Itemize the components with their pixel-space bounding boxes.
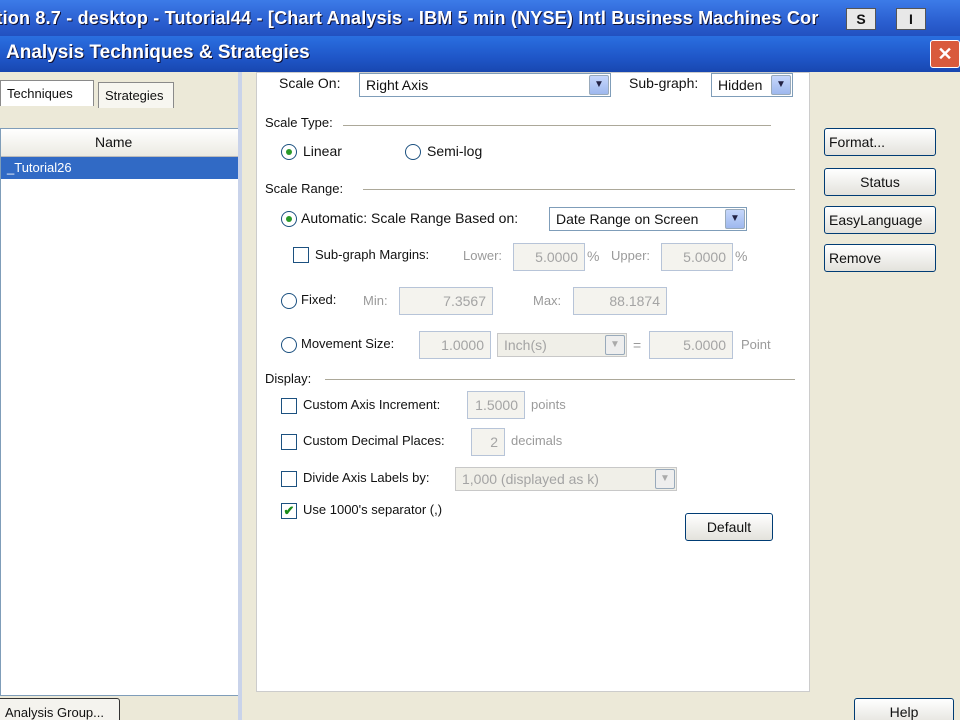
linear-radio[interactable] [281,144,297,160]
divide-axis-checkbox[interactable] [281,471,297,487]
help-button[interactable]: Help [854,698,954,720]
subgraph-label: Sub-graph: [629,75,699,91]
range-basis-value: Date Range on Screen [556,211,699,227]
default-button[interactable]: Default [685,513,773,541]
min-label: Min: [363,293,388,308]
range-basis-select[interactable]: Date Range on Screen ▼ [549,207,747,231]
automatic-label: Automatic: Scale Range Based on: [301,210,519,226]
main-window-title: tation 8.7 - desktop - Tutorial44 - [Cha… [0,8,819,28]
lower-unit: % [587,248,600,264]
scale-on-select[interactable]: Right Axis ▼ [359,73,611,97]
scale-type-group-label: Scale Type: [265,115,333,130]
upper-unit: % [735,248,748,264]
linear-label: Linear [303,143,342,159]
list-item[interactable]: _Tutorial26 [1,157,239,179]
movement-size-radio[interactable] [281,337,297,353]
fixed-radio[interactable] [281,293,297,309]
min-field[interactable]: 7.3567 [399,287,493,315]
chevron-down-icon: ▼ [655,469,675,489]
upper-label: Upper: [611,248,651,263]
divide-axis-value: 1,000 (displayed as k) [462,471,599,487]
points-label: Point [741,337,771,352]
close-button[interactable]: ✕ [930,40,960,68]
custom-axis-unit: points [531,397,566,412]
name-column-header[interactable]: Name [1,129,239,157]
movement-size-field[interactable]: 1.0000 [419,331,491,359]
custom-axis-label: Custom Axis Increment: [303,397,441,412]
scale-range-group-label: Scale Range: [265,181,344,196]
chevron-down-icon: ▼ [605,335,625,355]
semilog-label: Semi-log [427,143,483,159]
separator-label: Use 1000's separator (,) [303,502,443,517]
custom-decimal-field[interactable]: 2 [471,428,505,456]
max-field[interactable]: 88.1874 [573,287,667,315]
chevron-down-icon: ▼ [725,209,745,229]
points-field[interactable]: 5.0000 [649,331,733,359]
subgraph-margins-checkbox[interactable] [293,247,309,263]
custom-decimal-label: Custom Decimal Places: [303,433,445,448]
main-title-bar: tation 8.7 - desktop - Tutorial44 - [Cha… [0,0,960,36]
i-button[interactable]: I [896,8,926,30]
chevron-down-icon: ▼ [589,75,609,95]
chevron-down-icon: ▼ [771,75,791,95]
divide-axis-select[interactable]: 1,000 (displayed as k) ▼ [455,467,677,491]
custom-decimal-unit: decimals [511,433,563,448]
right-button-pane: Format... Status EasyLanguage Remove Hel… [812,72,960,720]
easylanguage-button[interactable]: EasyLanguage [824,206,936,234]
divider [363,189,795,191]
scale-on-value: Right Axis [366,77,429,93]
movement-size-label: Movement Size: [301,336,395,351]
divider [325,379,795,381]
separator-checkbox[interactable]: ✔ [281,503,297,519]
remove-button[interactable]: Remove [824,244,936,272]
movement-unit-value: Inch(s) [504,337,547,353]
s-button[interactable]: S [846,8,876,30]
custom-axis-checkbox[interactable] [281,398,297,414]
analysis-group-button[interactable]: Analysis Group... [0,698,120,720]
format-button[interactable]: Format... [824,128,936,156]
scale-on-label: Scale On: [279,75,341,91]
lower-label: Lower: [463,248,503,263]
subgraph-margins-label: Sub-graph Margins: [315,247,430,262]
splitter-left[interactable] [238,72,242,720]
status-button[interactable]: Status [824,168,936,196]
dialog-title-bar: Analysis Techniques & Strategies ✕ [0,36,960,72]
max-label: Max: [533,293,562,308]
tab-strategies[interactable]: Strategies [98,82,174,108]
divide-axis-label: Divide Axis Labels by: [303,470,430,485]
scaling-dialog: Scale On: Right Axis ▼ Sub-graph: Hidden… [250,72,810,720]
upper-field[interactable]: 5.0000 [661,243,733,271]
name-column-label: Name [95,134,133,150]
custom-decimal-checkbox[interactable] [281,434,297,450]
tab-techniques[interactable]: Techniques [0,80,94,106]
equals-sign: = [633,337,642,353]
scaling-panel: Scale On: Right Axis ▼ Sub-graph: Hidden… [256,72,810,692]
subgraph-value: Hidden [718,77,763,93]
techniques-list[interactable]: Name _Tutorial26 [0,128,240,696]
movement-unit-select[interactable]: Inch(s) ▼ [497,333,627,357]
fixed-label: Fixed: [301,292,337,307]
left-pane: Techniques Strategies Name _Tutorial26 A… [0,72,244,720]
subgraph-select[interactable]: Hidden ▼ [711,73,793,97]
automatic-radio[interactable] [281,211,297,227]
semilog-radio[interactable] [405,144,421,160]
divider [343,125,771,127]
lower-field[interactable]: 5.0000 [513,243,585,271]
display-group-label: Display: [265,371,312,386]
custom-axis-field[interactable]: 1.5000 [467,391,525,419]
dialog-title: Analysis Techniques & Strategies [6,42,310,63]
